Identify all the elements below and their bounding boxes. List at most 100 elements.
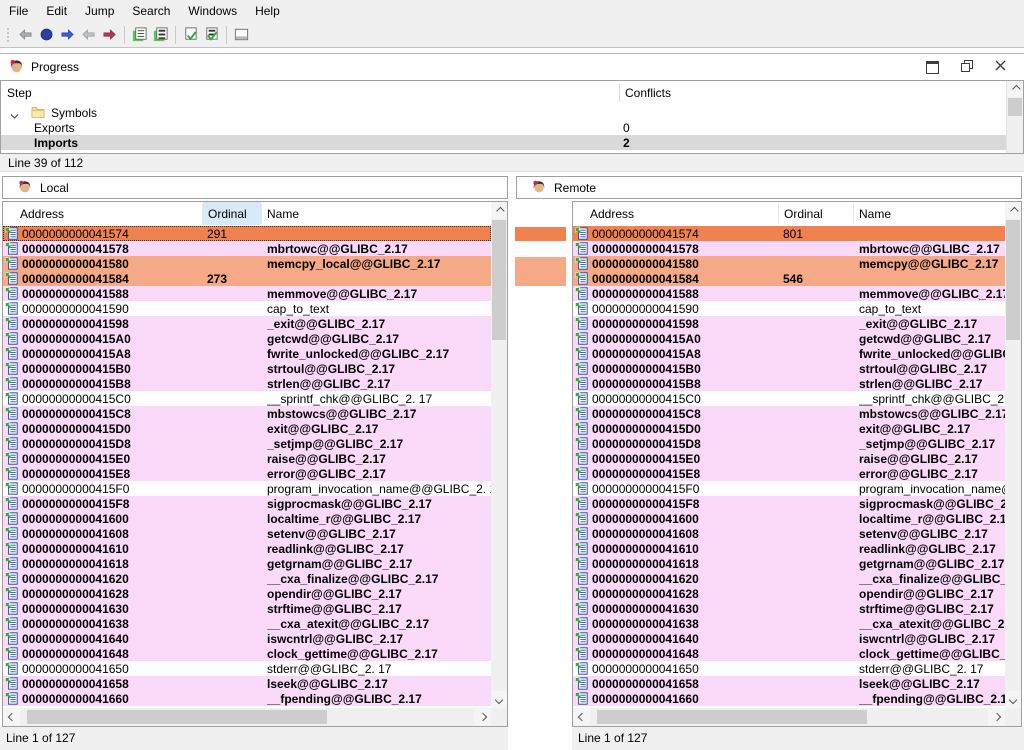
scroll-down-button[interactable]	[491, 691, 507, 708]
symbol-row[interactable]: 0000000000041584 546	[573, 271, 1005, 286]
column-header-address[interactable]: Address	[20, 207, 64, 221]
symbol-row[interactable]: 00000000000415A8 fwrite_unlocked@@GLIBC_…	[573, 346, 1005, 361]
symbol-row[interactable]: 0000000000041660 __fpending@@GLIBC_2.17	[3, 691, 491, 706]
doc-list-icon[interactable]	[129, 24, 150, 45]
symbol-row[interactable]: 00000000000415C8 mbstowcs@@GLIBC_2.17	[3, 406, 491, 421]
symbol-row[interactable]: 00000000000415A0 getcwd@@GLIBC_2.17	[573, 331, 1005, 346]
symbol-row[interactable]: 0000000000041578 mbrtowc@@GLIBC_2.17	[573, 241, 1005, 256]
scroll-up-button[interactable]	[1007, 81, 1023, 97]
symbol-row[interactable]: 0000000000041660 __fpending@@GLIBC_2.17	[573, 691, 1005, 706]
scroll-right-button[interactable]	[474, 708, 491, 726]
symbol-row[interactable]: 0000000000041610 readlink@@GLIBC_2.17	[3, 541, 491, 556]
menu-help[interactable]: Help	[246, 1, 289, 21]
symbol-row[interactable]: 00000000000415B8 strlen@@GLIBC_2.17	[573, 376, 1005, 391]
symbol-row[interactable]: 0000000000041638 __cxa_atexit@@GLIBC_2.1…	[3, 616, 491, 631]
symbol-row[interactable]: 0000000000041598 _exit@@GLIBC_2.17	[573, 316, 1005, 331]
symbol-row[interactable]: 0000000000041618 getgrnam@@GLIBC_2.17	[573, 556, 1005, 571]
symbol-row[interactable]: 00000000000415E0 raise@@GLIBC_2.17	[3, 451, 491, 466]
symbol-row[interactable]: 00000000000415F0 program_invocation_name…	[3, 481, 491, 496]
symbol-row[interactable]: 00000000000415C0 __sprintf_chk@@GLIBC_2.…	[573, 391, 1005, 406]
symbol-row[interactable]: 00000000000415B0 strtoul@@GLIBC_2.17	[573, 361, 1005, 376]
history-back-icon[interactable]	[78, 24, 99, 45]
scrollbar-thumb[interactable]	[492, 220, 506, 340]
scrollbar-thumb[interactable]	[27, 710, 327, 724]
symbol-row[interactable]: 0000000000041580 memcpy@@GLIBC_2.17	[573, 256, 1005, 271]
symbol-row[interactable]: 00000000000415A0 getcwd@@GLIBC_2.17	[3, 331, 491, 346]
symbol-row[interactable]: 0000000000041638 __cxa_atexit@@GLIBC_2.1…	[573, 616, 1005, 631]
menu-edit[interactable]: Edit	[37, 1, 76, 21]
doc-stack-icon[interactable]	[150, 24, 171, 45]
symbol-row[interactable]: 00000000000415F8 sigprocmask@@GLIBC_2.17	[3, 496, 491, 511]
column-header-conflicts[interactable]: Conflicts	[625, 86, 671, 100]
menu-search[interactable]: Search	[123, 1, 179, 21]
symbol-row[interactable]: 0000000000041650 stderr@@GLIBC_2. 17	[573, 661, 1005, 676]
close-icon[interactable]	[995, 60, 1006, 74]
restore-button[interactable]	[961, 60, 973, 75]
breakpoint-circle-icon[interactable]	[36, 24, 57, 45]
column-header-ordinal[interactable]: Ordinal	[784, 207, 823, 221]
column-header-name[interactable]: Name	[267, 207, 299, 221]
scroll-down-button[interactable]	[1005, 691, 1021, 708]
symbol-row[interactable]: 0000000000041588 memmove@@GLIBC_2.17	[573, 286, 1005, 301]
symbol-row[interactable]: 0000000000041620 __cxa_finalize@@GLIBC_2…	[3, 571, 491, 586]
scroll-up-button[interactable]	[1005, 202, 1021, 219]
symbol-row[interactable]: 0000000000041628 opendir@@GLIBC_2.17	[573, 586, 1005, 601]
scroll-left-button[interactable]	[3, 708, 20, 726]
header-separator[interactable]	[778, 204, 779, 224]
symbol-row[interactable]: 00000000000415A8 fwrite_unlocked@@GLIBC_…	[3, 346, 491, 361]
symbol-row[interactable]: 0000000000041618 getgrnam@@GLIBC_2.17	[3, 556, 491, 571]
scroll-left-button[interactable]	[573, 708, 590, 726]
symbol-row[interactable]: 00000000000415C8 mbstowcs@@GLIBC_2.17	[573, 406, 1005, 421]
symbol-row[interactable]: 00000000000415C0 __sprintf_chk@@GLIBC_2.…	[3, 391, 491, 406]
tree-row-imports[interactable]: Imports 2	[1, 135, 1006, 150]
symbol-row[interactable]: 0000000000041658 lseek@@GLIBC_2.17	[3, 676, 491, 691]
header-separator[interactable]	[853, 204, 854, 224]
maximize-button[interactable]	[926, 61, 939, 74]
menu-file[interactable]: File	[0, 1, 37, 21]
nav-forward-icon[interactable]	[57, 24, 78, 45]
header-separator[interactable]	[202, 204, 203, 224]
column-header-step[interactable]: Step	[7, 86, 32, 100]
symbol-row[interactable]: 0000000000041600 localtime_r@@GLIBC_2.17	[573, 511, 1005, 526]
symbol-row[interactable]: 0000000000041648 clock_gettime@@GLIBC_2.…	[3, 646, 491, 661]
menu-windows[interactable]: Windows	[179, 1, 246, 21]
header-separator[interactable]	[261, 204, 262, 224]
symbol-row[interactable]: 00000000000415D0 exit@@GLIBC_2.17	[3, 421, 491, 436]
scrollbar-thumb[interactable]	[1008, 98, 1022, 116]
symbol-row[interactable]: 00000000000415F8 sigprocmask@@GLIBC_2.17	[573, 496, 1005, 511]
symbol-row[interactable]: 0000000000041574 801	[573, 226, 1005, 241]
tree-row-exports[interactable]: Exports 0	[1, 120, 1006, 135]
symbol-row[interactable]: 0000000000041580 memcpy_local@@GLIBC_2.1…	[3, 256, 491, 271]
history-forward-icon[interactable]	[99, 24, 120, 45]
scroll-right-button[interactable]	[988, 708, 1005, 726]
symbol-row[interactable]: 00000000000415E8 error@@GLIBC_2.17	[573, 466, 1005, 481]
scroll-up-button[interactable]	[491, 202, 507, 219]
remote-vertical-scrollbar[interactable]	[1005, 202, 1021, 708]
symbol-row[interactable]: 0000000000041648 clock_gettime@@GLIBC_2.…	[573, 646, 1005, 661]
symbol-row[interactable]: 0000000000041584 273	[3, 271, 491, 286]
column-header-address[interactable]: Address	[590, 207, 634, 221]
remote-horizontal-scrollbar[interactable]	[573, 708, 1005, 726]
symbol-row[interactable]: 00000000000415B0 strtoul@@GLIBC_2.17	[3, 361, 491, 376]
nav-back-icon[interactable]	[15, 24, 36, 45]
symbol-row[interactable]: 0000000000041630 strftime@@GLIBC_2.17	[3, 601, 491, 616]
scrollbar-thumb[interactable]	[597, 710, 867, 724]
symbol-row[interactable]: 0000000000041610 readlink@@GLIBC_2.17	[573, 541, 1005, 556]
doc-stack-check-icon[interactable]	[201, 24, 222, 45]
symbol-row[interactable]: 00000000000415D0 exit@@GLIBC_2.17	[573, 421, 1005, 436]
tree-scrollbar[interactable]	[1006, 81, 1023, 153]
symbol-row[interactable]: 00000000000415B8 strlen@@GLIBC_2.17	[3, 376, 491, 391]
symbol-row[interactable]: 00000000000415D8 _setjmp@@GLIBC_2.17	[573, 436, 1005, 451]
symbol-row[interactable]: 0000000000041620 __cxa_finalize@@GLIBC_2…	[573, 571, 1005, 586]
symbol-row[interactable]: 0000000000041590 cap_to_text	[573, 301, 1005, 316]
local-horizontal-scrollbar[interactable]	[3, 708, 491, 726]
symbol-row[interactable]: 00000000000415F0 program_invocation_name…	[573, 481, 1005, 496]
symbol-row[interactable]: 0000000000041578 mbrtowc@@GLIBC_2.17	[3, 241, 491, 256]
symbol-row[interactable]: 0000000000041574 291	[3, 226, 491, 241]
symbol-row[interactable]: 0000000000041658 lseek@@GLIBC_2.17	[573, 676, 1005, 691]
symbol-row[interactable]: 0000000000041598 _exit@@GLIBC_2.17	[3, 316, 491, 331]
symbol-row[interactable]: 00000000000415D8 _setjmp@@GLIBC_2.17	[3, 436, 491, 451]
symbol-row[interactable]: 0000000000041640 iswcntrl@@GLIBC_2.17	[573, 631, 1005, 646]
symbol-row[interactable]: 0000000000041608 setenv@@GLIBC_2.17	[573, 526, 1005, 541]
toolbar-grip[interactable]	[6, 27, 11, 43]
